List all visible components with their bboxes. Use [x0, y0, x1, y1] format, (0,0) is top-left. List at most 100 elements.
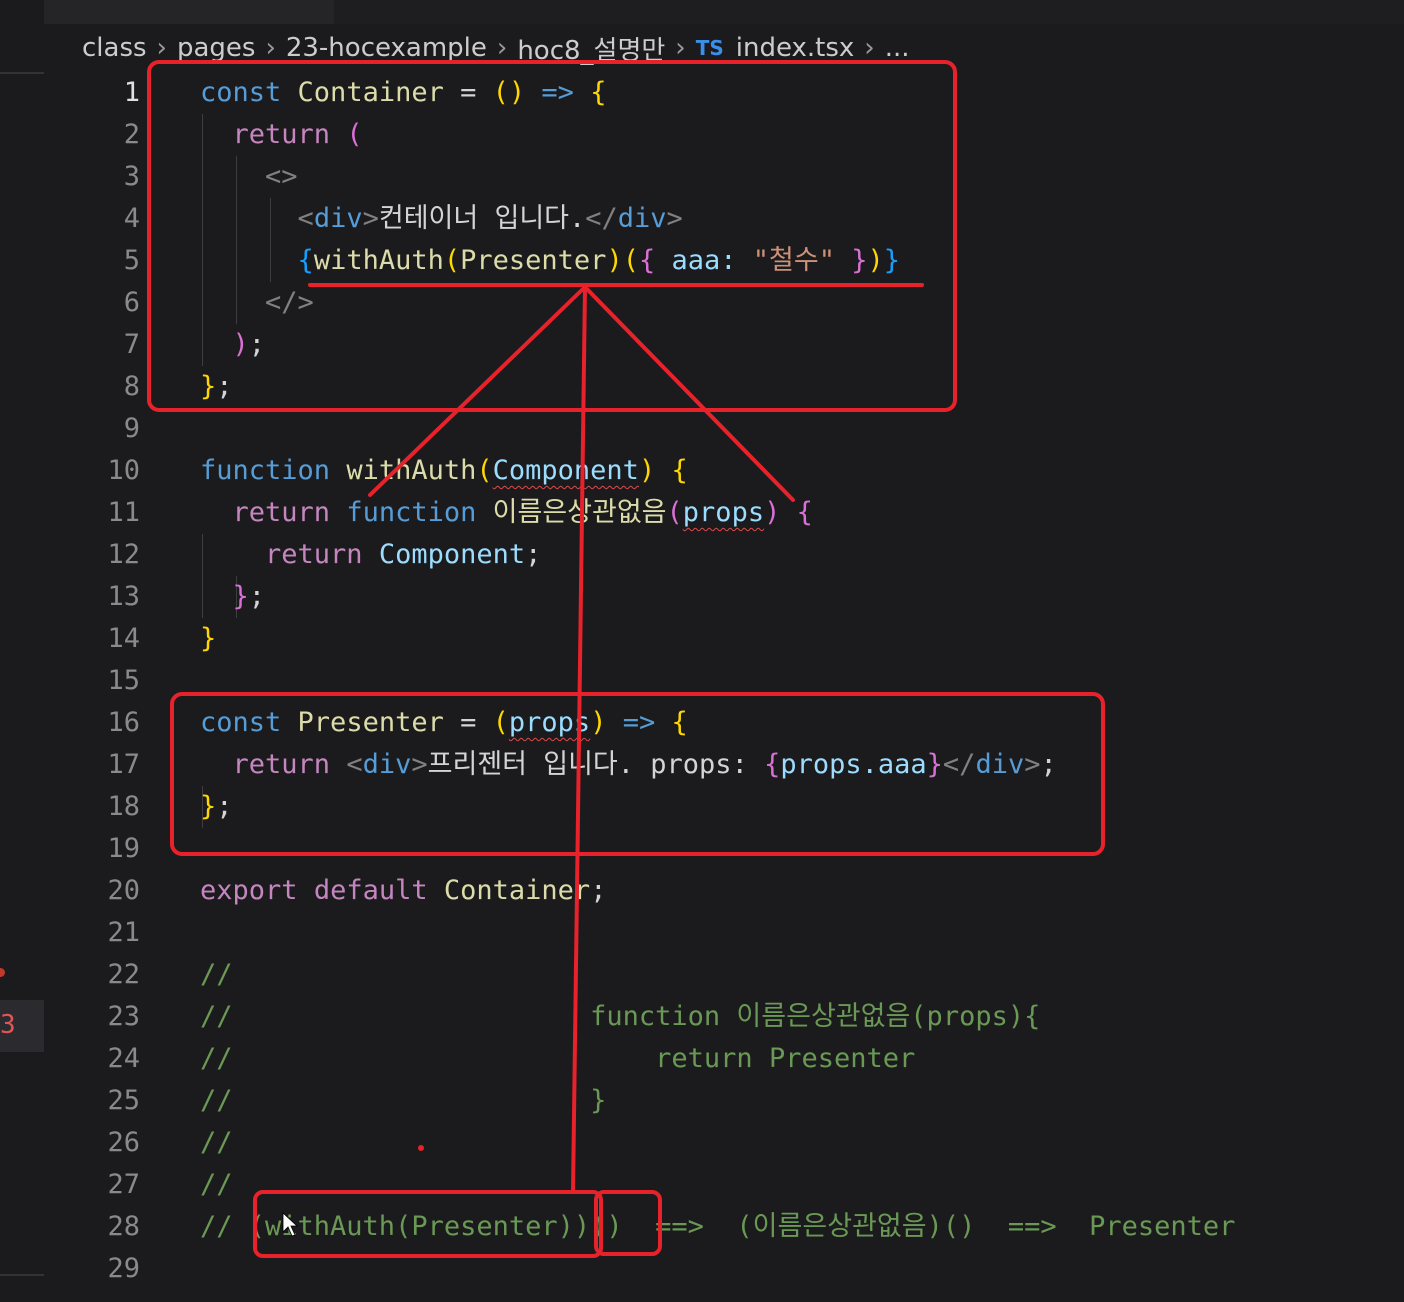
breadcrumb-item-pages[interactable]: pages: [177, 33, 255, 63]
chevron-right-icon: ›: [675, 33, 686, 63]
token: ): [606, 245, 623, 276]
code-line-6: </>: [200, 282, 314, 324]
code-line-3: <>: [200, 156, 298, 198]
token: =>: [606, 707, 672, 738]
token: div: [617, 203, 667, 234]
token: ;: [248, 329, 266, 360]
token: =>: [525, 77, 591, 108]
token: const: [200, 77, 282, 108]
token: ;: [525, 539, 542, 570]
token: default: [313, 875, 428, 906]
code-line-2: return (: [200, 114, 363, 156]
token: {: [297, 245, 314, 276]
code-line-18: };: [200, 786, 233, 828]
typescript-file-icon: TS: [695, 36, 724, 60]
token: ): [590, 707, 607, 738]
line-number: 10: [107, 455, 140, 486]
token: }: [834, 245, 868, 276]
token: Component: [378, 539, 526, 570]
token: >: [1024, 749, 1041, 780]
token: >: [666, 203, 683, 234]
token: withAuth: [313, 245, 444, 276]
code-line-5: {withAuth(Presenter)({ aaa: "철수" })}: [200, 240, 900, 282]
token: "철수": [752, 245, 835, 276]
token: ): [867, 245, 884, 276]
token: {: [764, 749, 781, 780]
token: >: [411, 749, 428, 780]
token: return: [232, 497, 331, 528]
line-number: 6: [123, 287, 140, 318]
token: {: [638, 245, 672, 276]
code-line-8: };: [200, 366, 233, 408]
token: (: [492, 707, 509, 738]
breadcrumb: class › pages › 23-hocexample › hoc8_설명만…: [82, 30, 909, 66]
line-number: 20: [107, 875, 140, 906]
token: =: [443, 77, 493, 108]
line-number: 22: [107, 959, 140, 990]
line-number: 9: [123, 413, 140, 444]
token: aaa: [671, 245, 721, 276]
line-number: 14: [107, 623, 140, 654]
breadcrumb-more[interactable]: ...: [885, 33, 910, 63]
code-line-20: export default Container;: [200, 870, 606, 912]
token: <: [297, 203, 314, 234]
token: const: [200, 707, 282, 738]
breadcrumb-item-class[interactable]: class: [82, 33, 147, 63]
token: (): [492, 77, 526, 108]
token: ;: [1040, 749, 1057, 780]
code-line-24: // return Presenter: [200, 1043, 916, 1074]
token: <>: [265, 161, 298, 192]
breakpoint-dot: [0, 968, 5, 977]
code-line-10: function withAuth(Component) {: [200, 450, 688, 492]
breadcrumb-item-subfolder[interactable]: hoc8_설명만: [517, 30, 665, 67]
line-number: 18: [107, 791, 140, 822]
code-line-11: return function 이름은상관없음(props) {: [200, 492, 813, 534]
line-number: 21: [107, 917, 140, 948]
line-number: 1: [123, 77, 140, 108]
token: (: [622, 245, 639, 276]
token: 컨테이너 입니다.: [378, 203, 586, 234]
line-number: 26: [107, 1127, 140, 1158]
token: }: [200, 791, 217, 822]
token: ): [764, 497, 781, 528]
code-line-23: // function 이름은상관없음(props){: [200, 1001, 1041, 1032]
tab-strip: [44, 0, 1404, 24]
token: ;: [248, 581, 266, 612]
token: ;: [590, 875, 607, 906]
line-number: 12: [107, 539, 140, 570]
line-number: 11: [107, 497, 140, 528]
code-line-13: };: [200, 576, 266, 618]
token: ): [232, 329, 249, 360]
token: {: [671, 455, 688, 486]
line-number: 16: [107, 707, 140, 738]
chevron-right-icon: ›: [496, 33, 508, 63]
token: div: [362, 749, 412, 780]
token: function: [346, 497, 477, 528]
token: (: [666, 497, 683, 528]
line-number: 4: [123, 203, 140, 234]
token: }: [883, 245, 901, 276]
token: 이름은상관없음: [492, 497, 667, 528]
code-line-16: const Presenter = (props) => {: [200, 702, 688, 744]
line-number: 24: [107, 1043, 140, 1074]
code-line-14: }: [200, 618, 216, 660]
token: {: [796, 497, 813, 528]
breadcrumb-item-file[interactable]: index.tsx: [736, 33, 855, 63]
token: props: [682, 497, 765, 528]
activity-bar: 3: [0, 0, 44, 1302]
line-number: 8: [123, 371, 140, 402]
chevron-right-icon: ›: [864, 33, 875, 63]
token: {: [590, 77, 607, 108]
editor-tab[interactable]: [44, 0, 334, 24]
token: </>: [265, 287, 314, 318]
chevron-right-icon: ›: [156, 33, 167, 63]
token: :: [720, 245, 753, 276]
code-line-7: );: [200, 324, 266, 366]
breadcrumb-item-folder[interactable]: 23-hocexample: [286, 33, 487, 63]
code-line-12: return Component;: [200, 534, 541, 576]
token: }: [200, 623, 217, 654]
code-line-4: <div>컨테이너 입니다.</div>: [200, 198, 683, 240]
token: (: [443, 245, 461, 276]
line-number: 2: [123, 119, 140, 150]
token: function: [200, 455, 331, 486]
